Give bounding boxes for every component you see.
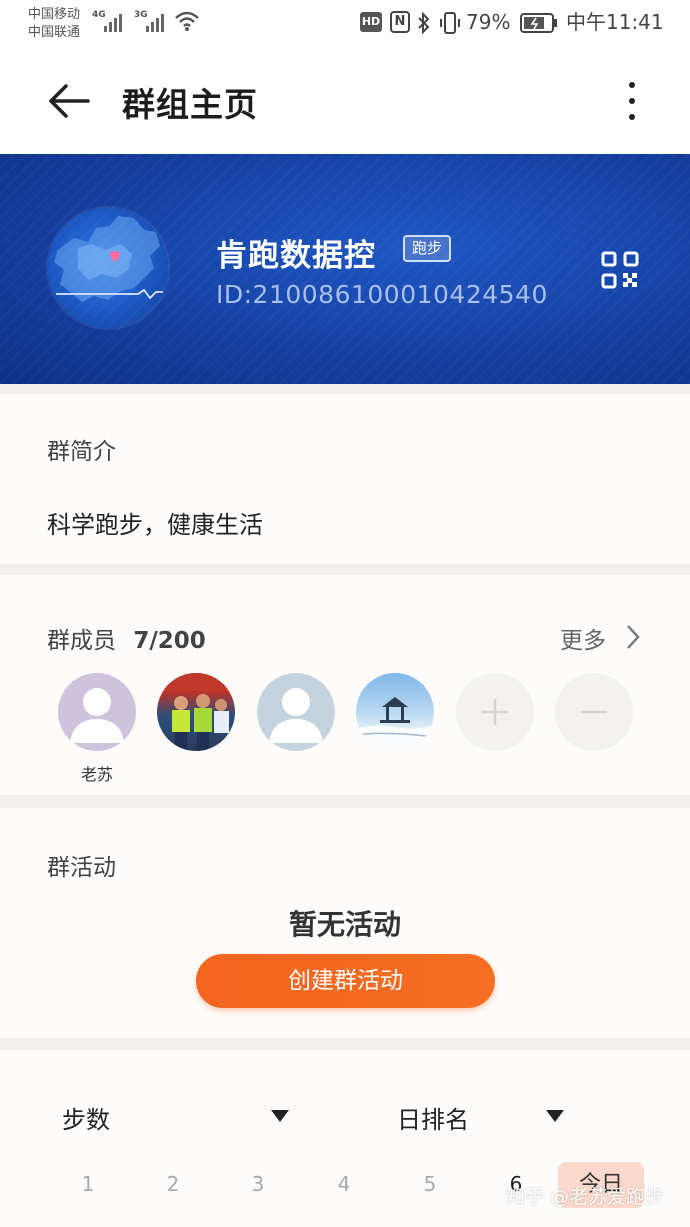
intro-text: 科学跑步，健康生活 (47, 511, 263, 539)
watermark: 知乎 @老苏爱跑步 (506, 1186, 665, 1208)
members-count: 7/200 (133, 628, 206, 654)
group-category-badge: 跑步 (403, 235, 452, 262)
member-avatar[interactable] (257, 673, 335, 751)
wifi-icon (175, 11, 199, 31)
clock: 中午11:41 (566, 10, 664, 34)
caret-down-icon (546, 1110, 564, 1122)
china-map-icon (54, 216, 166, 302)
activity-title: 群活动 (47, 855, 116, 881)
battery-icon (520, 13, 557, 33)
pavilion-photo-icon (356, 697, 434, 751)
period-dropdown-label: 日排名 (397, 1106, 469, 1134)
day-tab[interactable]: 5 (410, 1172, 450, 1196)
caret-down-icon (271, 1110, 289, 1122)
group-intro-card: 群简介 科学跑步，健康生活 (0, 394, 690, 564)
app-header: 群组主页 (0, 48, 690, 154)
vibrate-icon (440, 12, 460, 34)
minus-icon (580, 710, 608, 714)
member-name: 老苏 (80, 765, 113, 784)
qr-code-icon[interactable] (600, 250, 640, 290)
default-avatar-icon (70, 688, 124, 743)
hd-icon: HD (360, 12, 382, 32)
intro-title: 群简介 (47, 439, 116, 465)
members-more-link[interactable]: 更多 (560, 621, 606, 655)
member-avatar-photo[interactable] (157, 673, 235, 751)
nfc-icon: N (390, 11, 410, 33)
member-avatar-photo[interactable] (356, 673, 434, 751)
day-tab[interactable]: 4 (324, 1172, 364, 1196)
battery-percent: 79% (466, 10, 511, 34)
signal-icon-2 (146, 12, 170, 32)
signal-icon (104, 12, 128, 32)
member-avatar[interactable] (58, 673, 136, 751)
plus-icon (481, 698, 509, 726)
create-activity-button[interactable]: 创建群活动 (196, 954, 495, 1008)
group-id: ID:210086100010424540 (216, 280, 548, 309)
members-title-label: 群成员 (47, 628, 116, 654)
members-title: 群成员 7/200 (47, 621, 206, 655)
carrier-1: 中国移动 (28, 7, 81, 22)
day-tab[interactable]: 1 (68, 1172, 108, 1196)
remove-member-button[interactable] (555, 673, 633, 751)
bluetooth-icon (418, 12, 430, 34)
day-tab[interactable]: 2 (153, 1172, 193, 1196)
runners-photo-icon (157, 673, 235, 751)
metric-dropdown-label: 步数 (62, 1106, 110, 1134)
group-avatar[interactable] (48, 208, 168, 328)
back-arrow-icon[interactable] (44, 78, 94, 124)
group-name: 肯跑数据控 (216, 238, 376, 274)
empty-activity-text: 暂无活动 (288, 908, 401, 941)
group-activity-card: 群活动 暂无活动 创建群活动 (0, 808, 690, 1038)
chevron-right-icon[interactable] (624, 623, 642, 651)
group-members-card: 群成员 7/200 更多 老苏 (0, 575, 690, 795)
carrier-2: 中国联通 (28, 25, 81, 40)
page-title: 群组主页 (122, 85, 258, 124)
default-avatar-icon (269, 688, 323, 743)
day-tab[interactable]: 3 (238, 1172, 278, 1196)
status-bar: 中国移动 中国联通 4G 3G HD N 79% 中午11:41 (0, 0, 690, 48)
add-member-button[interactable] (456, 673, 534, 751)
carrier-info: 中国移动 中国联通 (28, 6, 80, 42)
group-banner: 肯跑数据控 跑步 ID:210086100010424540 (0, 154, 690, 384)
overflow-menu-icon[interactable] (612, 78, 652, 124)
